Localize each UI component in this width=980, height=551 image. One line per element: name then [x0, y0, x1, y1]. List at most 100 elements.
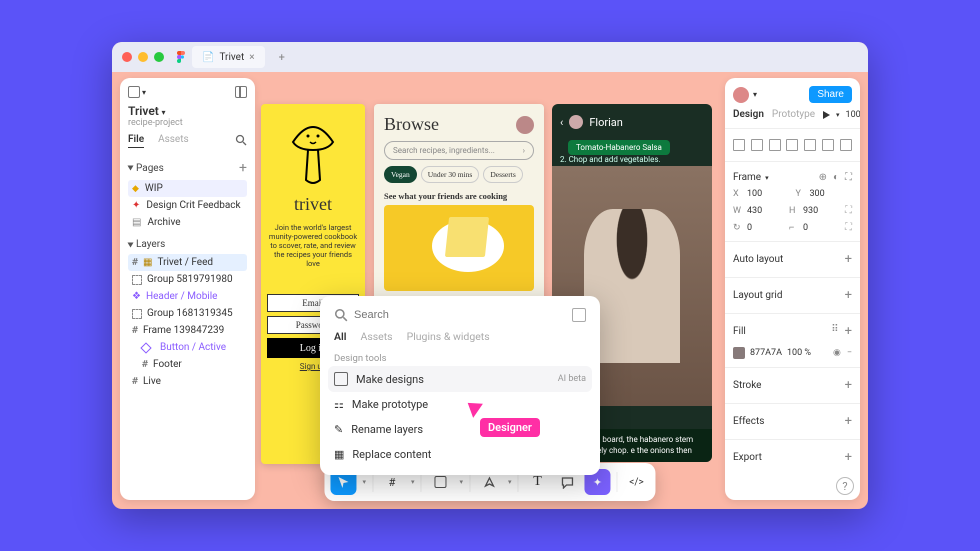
left-panel: ▾ Trivet ▾ recipe-project File Assets Pa… [120, 78, 255, 500]
share-button[interactable]: Share [809, 86, 852, 103]
qa-tab-assets[interactable]: Assets [360, 330, 392, 343]
tab-assets[interactable]: Assets [158, 134, 189, 148]
recipe-search: Search recipes, ingredients...› [384, 141, 534, 160]
resize-icon[interactable]: ⊕ [819, 172, 827, 183]
project-name[interactable]: Trivet ▾ [128, 104, 247, 118]
align-right-icon[interactable] [769, 139, 781, 151]
profile-avatar-icon [516, 116, 534, 134]
layer-group-1[interactable]: Group 5819791980 [128, 271, 247, 288]
qa-tab-plugins[interactable]: Plugins & widgets [407, 330, 490, 343]
rotation-field[interactable]: ↻0 [733, 222, 783, 233]
document-tab[interactable]: 📄 Trivet × [192, 46, 265, 68]
corners-icon[interactable]: ⛶ [845, 222, 852, 233]
layer-button-active[interactable]: Button / Active [128, 339, 247, 356]
fill-value-row[interactable]: 877A7A100 %◉− [733, 347, 852, 359]
add-export-button[interactable]: + [845, 450, 852, 465]
qa-make-prototype[interactable]: ⚏Make prototype [328, 392, 592, 417]
creator-avatar-icon [569, 115, 583, 129]
page-item-crit[interactable]: ✦ Design Crit Feedback [128, 197, 247, 214]
distribute-icon[interactable] [840, 139, 852, 151]
menu-icon [128, 86, 140, 98]
page-item-wip[interactable]: ◆ WIP [128, 180, 247, 197]
quick-actions-popup: All Assets Plugins & widgets Design tool… [320, 296, 600, 475]
layer-group-2[interactable]: Group 1681319345 [128, 305, 247, 322]
pages-header[interactable]: Pages + [128, 160, 247, 176]
close-window-icon[interactable] [122, 52, 132, 62]
orientation-icon[interactable]: ◐ [833, 172, 839, 183]
add-page-button[interactable]: + [239, 160, 247, 176]
h-field[interactable]: H930 [789, 205, 839, 216]
new-tab-button[interactable]: + [271, 51, 293, 64]
add-autolayout-button[interactable]: + [845, 252, 852, 267]
radius-field[interactable]: ⌐0 [789, 222, 839, 233]
w-field[interactable]: W430 [733, 205, 783, 216]
filter-pill-desserts: Desserts [483, 166, 522, 183]
layer-frame[interactable]: #Frame 139847239 [128, 322, 247, 339]
back-icon: ‹ [560, 116, 563, 129]
qa-section-label: Design tools [328, 347, 592, 366]
titlebar: 📄 Trivet × + [112, 42, 868, 72]
prototype-icon: ⚏ [334, 398, 344, 411]
zoom-level[interactable]: 100% [846, 110, 860, 120]
styles-icon[interactable]: ⠿ [831, 324, 838, 339]
layer-live[interactable]: #Live [128, 373, 247, 390]
align-top-icon[interactable] [786, 139, 798, 151]
quick-search-input[interactable] [354, 309, 566, 321]
dev-mode-tool[interactable]: </> [624, 469, 650, 495]
qa-make-designs[interactable]: Make designsAI beta [328, 366, 592, 392]
cursor-arrow-icon [468, 398, 487, 418]
grid-label: Layout grid [733, 290, 782, 301]
align-vcenter-icon[interactable] [804, 139, 816, 151]
layer-header-mobile[interactable]: ❖Header / Mobile [128, 288, 247, 305]
close-tab-icon[interactable]: × [249, 52, 254, 63]
layer-footer[interactable]: #Footer [128, 356, 247, 373]
y-field[interactable]: Y300 [796, 189, 853, 199]
main-menu-button[interactable]: ▾ [128, 86, 146, 98]
fill-swatch-icon [733, 347, 745, 359]
lock-aspect-icon[interactable]: ⛶ [845, 205, 852, 216]
add-fill-button[interactable]: + [845, 324, 852, 339]
tab-design[interactable]: Design [733, 109, 764, 120]
rename-icon: ✎ [334, 423, 343, 436]
maximize-window-icon[interactable] [154, 52, 164, 62]
remove-fill-icon[interactable]: − [847, 348, 852, 358]
align-left-icon[interactable] [733, 139, 745, 151]
browse-title: Browse [384, 114, 439, 135]
frame-label[interactable]: Frame [733, 172, 761, 183]
replace-icon: ▦ [334, 448, 344, 461]
avatar-icon [733, 87, 749, 103]
qa-rename-layers[interactable]: ✎Rename layers [328, 417, 592, 442]
user-menu[interactable]: ▾ [733, 87, 757, 103]
align-bottom-icon[interactable] [822, 139, 834, 151]
right-panel: ▾ Share Design Prototype ▾ 100%▾ Frame▾ … [725, 78, 860, 500]
add-stroke-button[interactable]: + [845, 378, 852, 393]
layer-trivet-feed[interactable]: #▦Trivet / Feed [128, 254, 247, 271]
help-button[interactable]: ? [836, 477, 854, 495]
minimize-window-icon[interactable] [138, 52, 148, 62]
window-controls [122, 52, 164, 62]
layers-header[interactable]: Layers [128, 239, 247, 250]
qa-replace-content[interactable]: ▦Replace content [328, 442, 592, 467]
page-item-archive[interactable]: ▤ Archive [128, 214, 247, 231]
add-effect-button[interactable]: + [845, 414, 852, 429]
friends-heading: See what your friends are cooking [384, 191, 534, 201]
alignment-row [733, 137, 852, 153]
panel-toggle-icon[interactable] [235, 86, 247, 98]
app-window: 📄 Trivet × + ▾ Trivet ▾ recipe-project F… [112, 42, 868, 509]
mushroom-illustration-icon [288, 120, 338, 190]
stroke-label: Stroke [733, 380, 761, 391]
qa-tab-all[interactable]: All [334, 330, 346, 343]
x-field[interactable]: X100 [733, 189, 790, 199]
expand-icon[interactable] [572, 308, 586, 322]
add-grid-button[interactable]: + [845, 288, 852, 303]
marketing-copy: Join the world's largest munity-powered … [267, 223, 359, 268]
present-icon[interactable] [823, 111, 830, 119]
align-hcenter-icon[interactable] [751, 139, 763, 151]
creator-name: Florian [589, 116, 623, 129]
tab-prototype[interactable]: Prototype [772, 109, 815, 120]
file-icon: 📄 [202, 52, 214, 63]
search-icon[interactable] [235, 134, 247, 148]
tab-file[interactable]: File [128, 134, 144, 148]
visibility-icon[interactable]: ◉ [833, 348, 841, 358]
fit-icon[interactable]: ⛶ [845, 172, 852, 183]
